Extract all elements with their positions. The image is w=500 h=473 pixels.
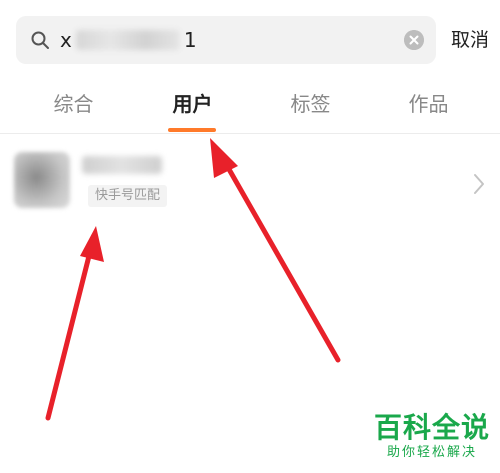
tab-works[interactable]: 作品 <box>366 86 491 122</box>
search-query-prefix: x <box>60 28 72 52</box>
watermark-title: 百科全说 <box>373 411 490 444</box>
watermark-logo: 百科全说 助你轻松解决 <box>372 412 492 462</box>
active-tab-indicator <box>168 128 216 132</box>
tab-comprehensive[interactable]: 综合 <box>11 86 136 122</box>
tab-users[interactable]: 用户 <box>130 86 255 122</box>
search-icon <box>31 31 49 49</box>
watermark-subtitle: 助你轻松解决 <box>386 445 477 460</box>
tab-tags[interactable]: 标签 <box>248 86 373 122</box>
cancel-button[interactable]: 取消 <box>451 26 489 54</box>
user-result-row[interactable]: 快手号匹配 <box>0 134 500 230</box>
arrow-to-match-badge <box>45 226 104 421</box>
tab-bar: 综合 用户 标签 作品 <box>0 86 500 130</box>
avatar[interactable] <box>14 152 70 208</box>
search-query: x 1 <box>60 27 197 53</box>
annotation-arrows <box>45 138 341 421</box>
match-badge: 快手号匹配 <box>88 185 168 207</box>
search-query-suffix: 1 <box>183 28 197 52</box>
clear-icon[interactable] <box>404 30 424 50</box>
search-input[interactable]: x 1 <box>16 16 436 64</box>
user-name-redacted <box>82 156 162 174</box>
search-query-redacted <box>75 30 180 50</box>
chevron-right-icon[interactable] <box>472 172 486 196</box>
